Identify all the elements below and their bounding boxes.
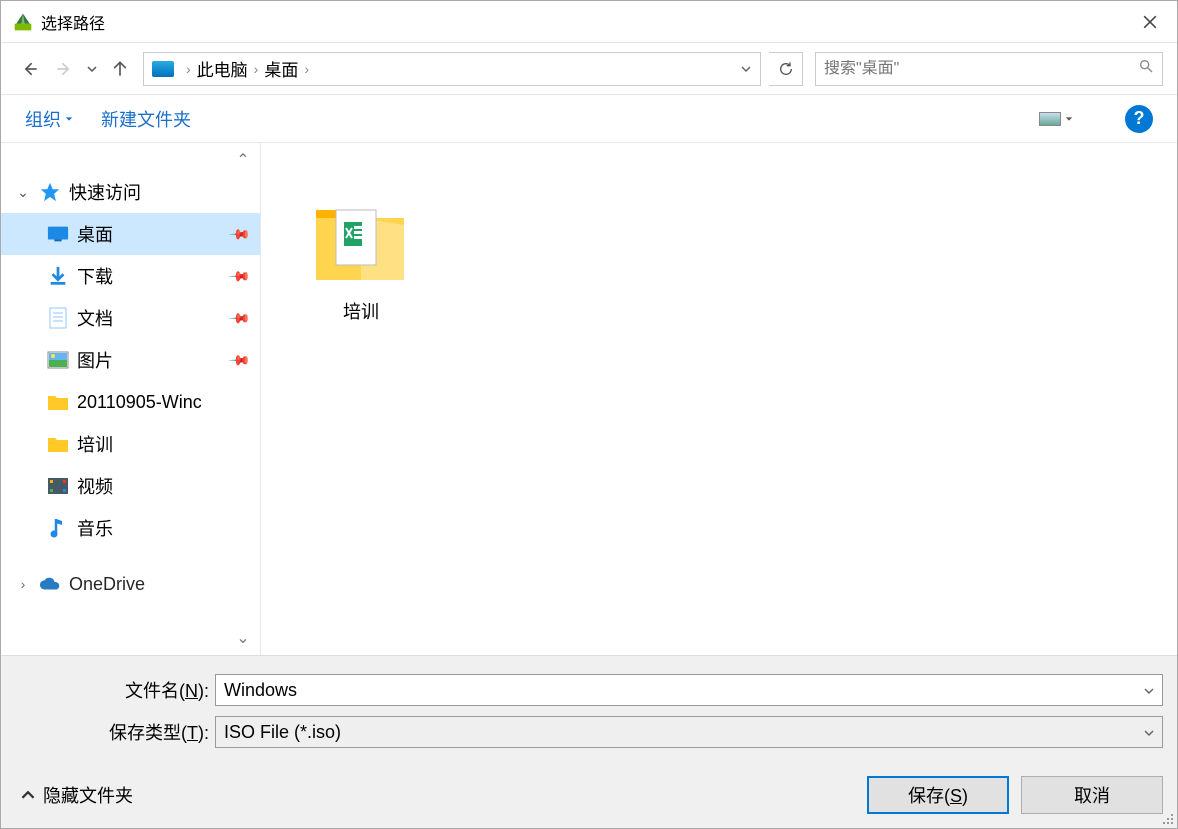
pictures-icon xyxy=(47,349,69,371)
music-icon xyxy=(47,517,69,539)
toolbar: 组织 新建文件夹 ? xyxy=(1,95,1177,143)
content-area[interactable]: 培训 xyxy=(261,143,1177,655)
newfolder-button[interactable]: 新建文件夹 xyxy=(101,106,191,132)
folder-icon xyxy=(47,433,69,455)
hide-folders-label: 隐藏文件夹 xyxy=(43,782,133,808)
star-icon xyxy=(39,181,61,203)
filetype-value: ISO File (*.iso) xyxy=(224,722,1144,743)
collapse-icon[interactable]: ⌄ xyxy=(15,184,31,201)
tree-label: 快速访问 xyxy=(69,179,260,205)
filetype-select[interactable]: ISO File (*.iso) xyxy=(215,716,1163,748)
forward-button[interactable] xyxy=(49,54,79,84)
tree-onedrive[interactable]: › OneDrive xyxy=(1,563,260,605)
scroll-up-icon[interactable]: ⌃ xyxy=(232,149,254,171)
pin-icon: 📌 xyxy=(227,348,251,372)
window-title: 选择路径 xyxy=(41,10,1127,34)
scroll-down-icon[interactable]: ⌄ xyxy=(232,627,254,649)
file-panel: 文件名(N): 保存类型(T): ISO File (*.iso) xyxy=(1,655,1177,762)
tree-label: 桌面 xyxy=(77,221,223,247)
search-input[interactable] xyxy=(824,60,1138,78)
address-dropdown[interactable] xyxy=(734,53,758,85)
filename-field-wrap[interactable] xyxy=(215,674,1163,706)
refresh-button[interactable] xyxy=(769,52,803,86)
resize-grip[interactable] xyxy=(1159,810,1175,826)
filetype-label: 保存类型(T): xyxy=(15,719,215,745)
filename-label: 文件名(N): xyxy=(15,677,215,703)
titlebar: 选择路径 xyxy=(1,1,1177,43)
tree-videos[interactable]: 视频 xyxy=(1,465,260,507)
save-button[interactable]: 保存(S) xyxy=(867,776,1009,814)
cloud-icon xyxy=(39,573,61,595)
breadcrumb-desktop[interactable]: 桌面 xyxy=(264,54,298,83)
tree-desktop[interactable]: 桌面 📌 xyxy=(1,213,260,255)
pin-icon: 📌 xyxy=(227,306,251,330)
tree-documents[interactable]: 文档 📌 xyxy=(1,297,260,339)
help-button[interactable]: ? xyxy=(1125,105,1153,133)
view-options-button[interactable] xyxy=(1033,108,1079,130)
sidebar: ⌃ ⌄ 快速访问 桌面 📌 下载 📌 xyxy=(1,143,261,655)
tree-folder-peixun[interactable]: 培训 xyxy=(1,423,260,465)
nav-row: › 此电脑 › 桌面 › xyxy=(1,43,1177,95)
chevron-right-icon[interactable]: › xyxy=(254,61,259,77)
filetype-dropdown-icon xyxy=(1144,722,1154,743)
tree-folder-winc[interactable]: 20110905-Winc xyxy=(1,381,260,423)
tree-label: OneDrive xyxy=(69,574,260,595)
organize-button[interactable]: 组织 xyxy=(25,106,73,132)
chevron-right-icon[interactable]: › xyxy=(304,61,309,77)
organize-label: 组织 xyxy=(25,106,61,132)
desktop-icon xyxy=(47,223,69,245)
recent-dropdown[interactable] xyxy=(83,54,101,84)
address-bar[interactable]: › 此电脑 › 桌面 › xyxy=(143,52,761,86)
pin-icon: 📌 xyxy=(227,222,251,246)
tree-label: 音乐 xyxy=(77,515,260,541)
cancel-button[interactable]: 取消 xyxy=(1021,776,1163,814)
tree-music[interactable]: 音乐 xyxy=(1,507,260,549)
search-box[interactable] xyxy=(815,52,1163,86)
pc-icon xyxy=(152,61,174,77)
folder-large-icon xyxy=(306,180,416,290)
footer: 隐藏文件夹 保存(S) 取消 xyxy=(1,762,1177,828)
tree-label: 下载 xyxy=(77,263,223,289)
folder-item[interactable]: 培训 xyxy=(291,173,431,331)
chevron-right-icon[interactable]: › xyxy=(186,61,191,77)
filename-dropdown[interactable] xyxy=(1136,680,1154,701)
tree-label: 培训 xyxy=(77,431,260,457)
filename-input[interactable] xyxy=(224,680,1136,701)
tree-label: 20110905-Winc xyxy=(77,392,260,413)
tree-downloads[interactable]: 下载 📌 xyxy=(1,255,260,297)
tree-label: 视频 xyxy=(77,473,260,499)
folder-icon xyxy=(47,391,69,413)
hide-folders-toggle[interactable]: 隐藏文件夹 xyxy=(21,782,133,808)
app-icon xyxy=(13,12,33,32)
tree-label: 文档 xyxy=(77,305,223,331)
pin-icon: 📌 xyxy=(227,264,251,288)
up-button[interactable] xyxy=(105,54,135,84)
tree-label: 图片 xyxy=(77,347,223,373)
search-icon[interactable] xyxy=(1138,58,1154,79)
video-icon xyxy=(47,475,69,497)
tree-pictures[interactable]: 图片 📌 xyxy=(1,339,260,381)
tree-quickaccess[interactable]: ⌄ 快速访问 xyxy=(1,171,260,213)
newfolder-label: 新建文件夹 xyxy=(101,106,191,132)
expand-icon[interactable]: › xyxy=(15,576,31,592)
folder-name: 培训 xyxy=(343,298,379,324)
back-button[interactable] xyxy=(15,54,45,84)
download-icon xyxy=(47,265,69,287)
document-icon xyxy=(47,307,69,329)
breadcrumb-pc[interactable]: 此电脑 xyxy=(197,54,248,83)
picture-icon xyxy=(1039,112,1061,126)
close-button[interactable] xyxy=(1127,1,1173,42)
